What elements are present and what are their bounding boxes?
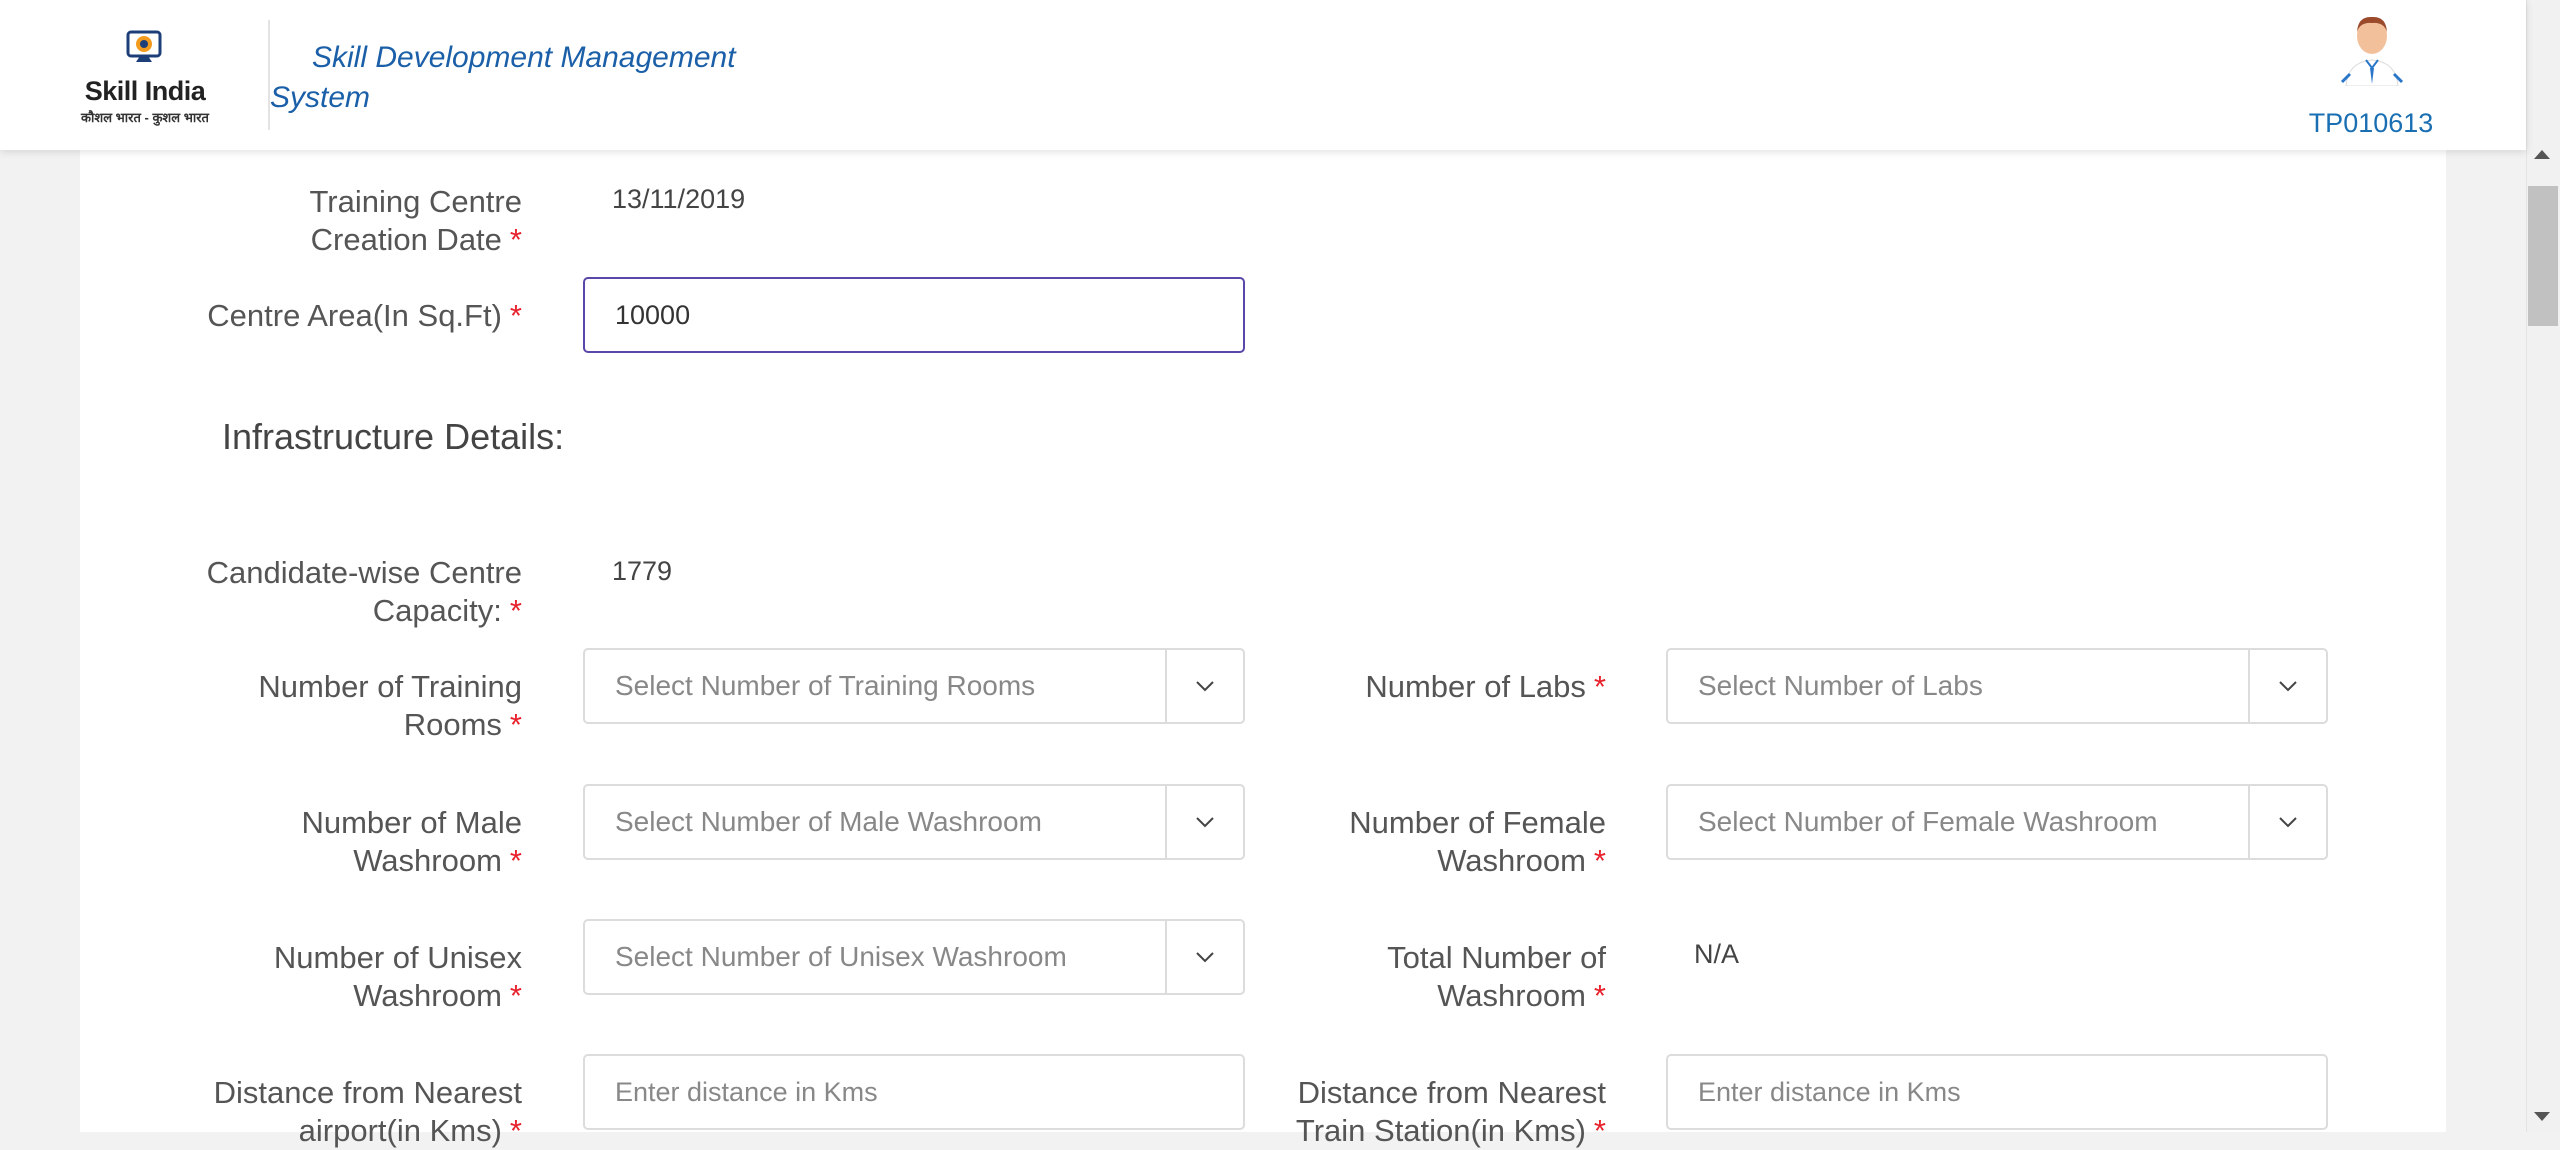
required-marker: *: [509, 222, 522, 257]
required-marker: *: [509, 1113, 522, 1148]
page-scrollbar[interactable]: [2526, 0, 2560, 1132]
training-rooms-placeholder: Select Number of Training Rooms: [615, 670, 1036, 701]
training-rooms-select[interactable]: Select Number of Training Rooms: [583, 648, 1245, 724]
required-marker: *: [1593, 669, 1606, 704]
train-distance-label: Distance from Nearest Train Station(in K…: [1206, 1074, 1606, 1150]
female-washroom-label-line2: Washroom: [1437, 843, 1586, 878]
total-washroom-label: Total Number of Washroom *: [1206, 939, 1606, 1015]
total-washroom-label-line1: Total Number of: [1387, 940, 1606, 975]
user-id[interactable]: TP010613: [2306, 108, 2436, 139]
capacity-label-line1: Candidate-wise Centre: [206, 555, 522, 590]
capacity-label: Candidate-wise Centre Capacity: *: [122, 554, 522, 630]
creation-date-label-line1: Training Centre: [309, 184, 522, 219]
required-marker: *: [509, 298, 522, 333]
app-title-line2: System: [270, 81, 371, 114]
female-washroom-label-line1: Number of Female: [1349, 805, 1606, 840]
centre-area-label-text: Centre Area(In Sq.Ft): [207, 298, 502, 333]
training-rooms-label: Number of Training Rooms *: [122, 668, 522, 744]
male-washroom-label: Number of Male Washroom *: [122, 804, 522, 880]
labs-label: Number of Labs *: [1206, 668, 1606, 706]
airport-distance-input[interactable]: [583, 1054, 1245, 1130]
unisex-washroom-label: Number of Unisex Washroom *: [122, 939, 522, 1015]
required-marker: *: [509, 843, 522, 878]
airport-distance-label-line2: airport(in Kms): [298, 1113, 502, 1148]
labs-select[interactable]: Select Number of Labs: [1666, 648, 2328, 724]
scroll-down-arrow-icon[interactable]: [2534, 1112, 2550, 1121]
male-washroom-select[interactable]: Select Number of Male Washroom: [583, 784, 1245, 860]
male-washroom-label-line2: Washroom: [353, 843, 502, 878]
creation-date-label-line2: Creation Date: [310, 222, 502, 257]
airport-distance-label-line1: Distance from Nearest: [213, 1075, 522, 1110]
required-marker: *: [509, 593, 522, 628]
centre-area-input[interactable]: [583, 277, 1245, 353]
required-marker: *: [1593, 1113, 1606, 1148]
app-title: Skill Development Management System: [270, 38, 770, 118]
train-distance-label-line1: Distance from Nearest: [1297, 1075, 1606, 1110]
required-marker: *: [1593, 978, 1606, 1013]
female-washroom-placeholder: Select Number of Female Washroom: [1698, 806, 2158, 837]
female-washroom-select[interactable]: Select Number of Female Washroom: [1666, 784, 2328, 860]
male-washroom-placeholder: Select Number of Male Washroom: [615, 806, 1042, 837]
infrastructure-details-heading: Infrastructure Details:: [222, 416, 565, 457]
top-header: Skill India कौशल भारत - कुशल भारत Skill …: [0, 0, 2526, 150]
labs-placeholder: Select Number of Labs: [1698, 670, 1983, 701]
skill-india-logo[interactable]: Skill India कौशल भारत - कुशल भारत: [80, 24, 210, 128]
labs-label-text: Number of Labs: [1365, 669, 1586, 704]
user-avatar-icon[interactable]: [2340, 14, 2404, 86]
unisex-washroom-label-line2: Washroom: [353, 978, 502, 1013]
centre-area-label: Centre Area(In Sq.Ft) *: [122, 297, 522, 335]
skill-india-emblem-icon: [126, 30, 162, 62]
capacity-label-line2: Capacity:: [372, 593, 502, 628]
scroll-up-arrow-icon[interactable]: [2534, 150, 2550, 159]
female-washroom-dropdown-toggle[interactable]: [2248, 786, 2326, 858]
chevron-down-icon: [2279, 681, 2297, 692]
app-title-line1: Skill Development Management: [312, 41, 736, 74]
airport-distance-label: Distance from Nearest airport(in Kms) *: [122, 1074, 522, 1150]
labs-dropdown-toggle[interactable]: [2248, 650, 2326, 722]
training-rooms-label-line2: Rooms: [403, 707, 502, 742]
brand-name: Skill India: [84, 76, 206, 106]
unisex-washroom-label-line1: Number of Unisex: [273, 940, 522, 975]
train-distance-input[interactable]: [1666, 1054, 2328, 1130]
unisex-washroom-placeholder: Select Number of Unisex Washroom: [615, 941, 1067, 972]
chevron-down-icon: [2279, 817, 2297, 828]
required-marker: *: [1593, 843, 1606, 878]
total-washroom-value: N/A: [1694, 939, 1740, 969]
brand-tagline: कौशल भारत - कुशल भारत: [81, 110, 209, 125]
scrollbar-thumb[interactable]: [2528, 186, 2558, 326]
training-rooms-label-line1: Number of Training: [258, 669, 522, 704]
female-washroom-label: Number of Female Washroom *: [1206, 804, 1606, 880]
creation-date-value: 13/11/2019: [612, 184, 746, 214]
required-marker: *: [509, 707, 522, 742]
capacity-value: 1779: [612, 556, 673, 586]
unisex-washroom-select[interactable]: Select Number of Unisex Washroom: [583, 919, 1245, 995]
total-washroom-label-line2: Washroom: [1437, 978, 1586, 1013]
creation-date-label: Training Centre Creation Date *: [122, 183, 522, 259]
required-marker: *: [509, 978, 522, 1013]
male-washroom-label-line1: Number of Male: [301, 805, 522, 840]
train-distance-label-line2: Train Station(in Kms): [1295, 1113, 1586, 1148]
